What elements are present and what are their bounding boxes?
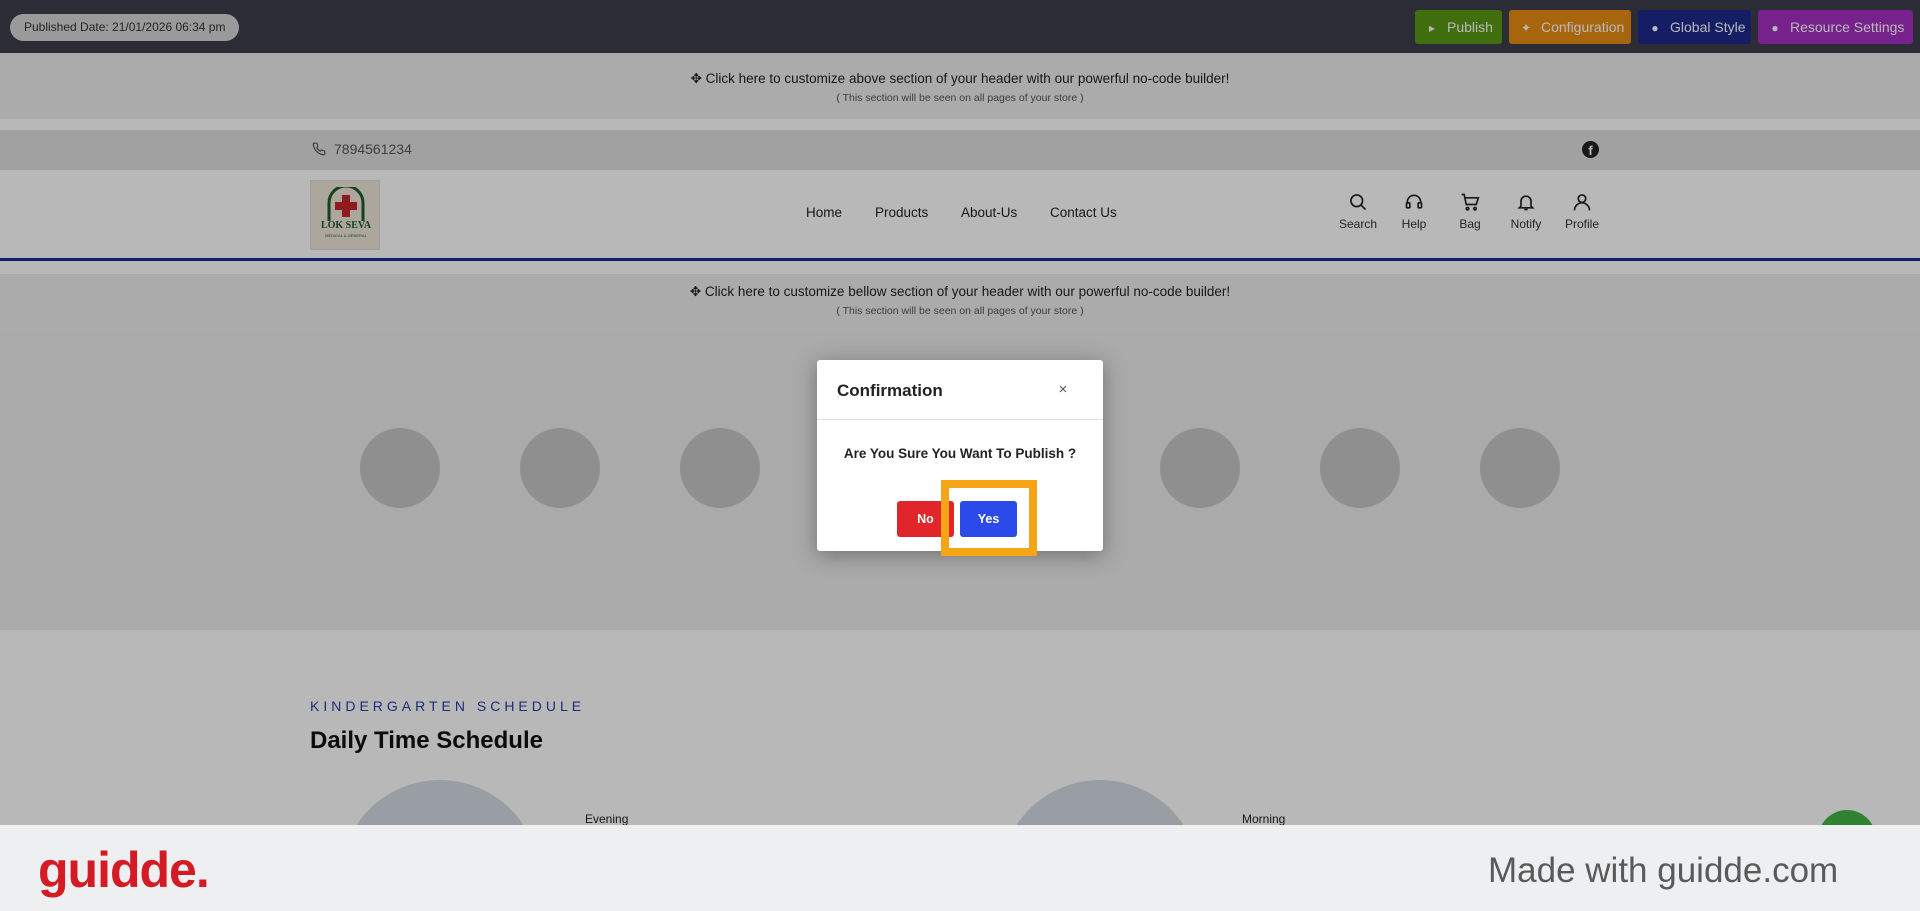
close-icon[interactable]: × <box>1053 380 1073 400</box>
yes-button-highlight <box>941 480 1037 556</box>
dialog-title: Confirmation <box>837 381 943 400</box>
guidde-logo: guidde. <box>38 842 210 898</box>
dialog-header: Confirmation × <box>817 360 1103 420</box>
guidde-watermark: guidde. Made with guidde.com <box>0 825 1920 911</box>
dialog-message: Are You Sure You Want To Publish ? <box>843 446 1077 461</box>
made-with-text: Made with guidde.com <box>1488 851 1839 890</box>
